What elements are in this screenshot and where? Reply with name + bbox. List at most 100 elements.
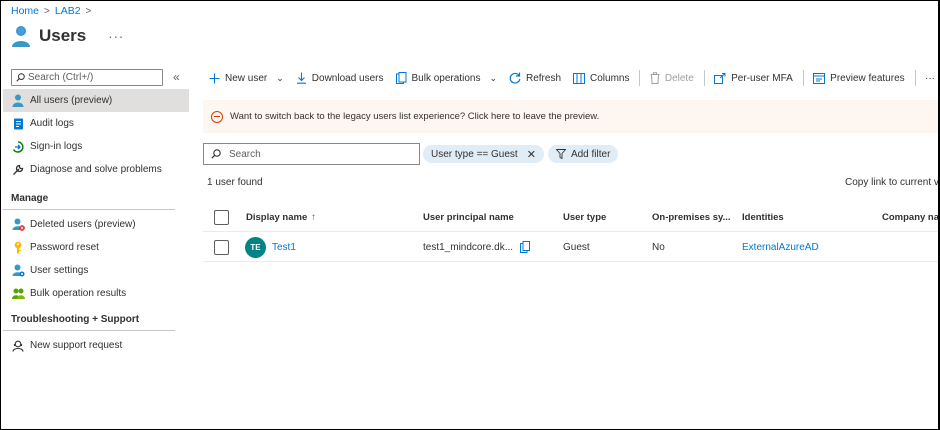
columns-button[interactable]: Columns <box>567 72 635 84</box>
support-icon <box>11 339 25 353</box>
copy-link-button[interactable]: Copy link to current vie <box>845 177 938 188</box>
upn-cell: test1_mindcore.dk... <box>423 232 531 262</box>
legacy-experience-banner[interactable]: Want to switch back to the legacy users … <box>203 100 938 133</box>
sidebar-item-user-settings[interactable]: User settings <box>3 259 189 282</box>
sidebar-item-label: All users (preview) <box>30 95 113 106</box>
filter-row: User type == Guest ✕ Add filter <box>203 143 619 165</box>
sidebar-item-audit-logs[interactable]: Audit logs <box>3 112 189 135</box>
column-header-label: Display name <box>246 211 308 223</box>
section-heading-support: Troubleshooting + Support <box>3 305 175 331</box>
sidebar-item-deleted-users[interactable]: Deleted users (preview) <box>3 213 189 236</box>
sidebar-item-label: New support request <box>30 340 123 351</box>
users-table: Display name ↑ User principal name User … <box>203 202 938 262</box>
trash-icon <box>650 72 660 84</box>
sidebar: « All users (preview) Audit logs Sign-in… <box>3 67 189 357</box>
sidebar-item-label: Audit logs <box>30 118 74 129</box>
filter-icon <box>555 149 566 159</box>
table-row[interactable]: TE Test1 test1_mindcore.dk... Guest No E… <box>203 232 938 262</box>
delete-button[interactable]: Delete <box>644 72 700 84</box>
chevron-right-icon: > <box>44 5 50 17</box>
sidebar-item-label: Bulk operation results <box>30 288 127 299</box>
breadcrumb-tenant[interactable]: LAB2 <box>55 5 81 17</box>
identities-link[interactable]: ExternalAzureAD <box>742 232 819 262</box>
user-search-input[interactable] <box>229 148 409 160</box>
sidebar-item-label: Sign-in logs <box>30 141 83 152</box>
plus-icon <box>209 73 220 83</box>
page-title: Users <box>39 26 87 45</box>
filter-pill-label: User type == Guest <box>431 148 518 160</box>
user-display-name-link[interactable]: Test1 <box>272 242 296 253</box>
more-options-icon[interactable]: ··· <box>108 29 124 44</box>
column-header-identities[interactable]: Identities <box>742 202 784 232</box>
download-users-button[interactable]: Download users <box>290 72 390 84</box>
sidebar-item-label: Deleted users (preview) <box>30 219 136 230</box>
columns-icon <box>573 72 586 84</box>
user-type-cell: Guest <box>563 241 590 253</box>
add-filter-label: Add filter <box>570 148 611 160</box>
sidebar-search-input[interactable] <box>28 72 156 83</box>
sidebar-search-row: « <box>11 67 189 89</box>
on-premises-cell: No <box>652 241 665 253</box>
breadcrumb: Home > LAB2 > <box>11 5 91 17</box>
sidebar-item-diagnose[interactable]: Diagnose and solve problems <box>3 158 189 181</box>
refresh-icon <box>509 72 521 84</box>
upn-value: test1_mindcore.dk... <box>423 241 514 253</box>
section-heading-manage: Manage <box>3 184 175 210</box>
select-all-checkbox[interactable] <box>214 209 229 225</box>
chevron-down-icon: ⌄ <box>276 72 284 83</box>
sign-in-icon <box>11 140 25 154</box>
collapse-sidebar-icon[interactable]: « <box>173 70 180 84</box>
main-content: New user ⌄ Download users Bulk operation… <box>203 67 938 262</box>
sidebar-item-password-reset[interactable]: Password reset <box>3 236 189 259</box>
column-header-on-premises[interactable]: On-premises sy... <box>652 202 731 232</box>
user-icon <box>11 94 25 108</box>
sidebar-item-all-users[interactable]: All users (preview) <box>3 89 189 112</box>
preview-features-button[interactable]: Preview features <box>807 72 910 84</box>
external-link-icon <box>714 72 726 84</box>
per-user-mfa-label: Per-user MFA <box>731 72 793 84</box>
bulk-operations-button[interactable]: Bulk operations ⌄ <box>390 72 503 84</box>
row-checkbox[interactable] <box>214 239 229 255</box>
sidebar-item-label: User settings <box>30 265 89 276</box>
sidebar-item-sign-in-logs[interactable]: Sign-in logs <box>3 135 189 158</box>
new-user-button[interactable]: New user ⌄ <box>203 73 290 84</box>
columns-label: Columns <box>590 72 630 84</box>
command-bar: New user ⌄ Download users Bulk operation… <box>203 67 938 89</box>
download-icon <box>296 72 306 84</box>
user-search-box[interactable] <box>203 143 420 165</box>
column-header-display-name[interactable]: Display name ↑ <box>246 202 316 232</box>
bulk-results-icon <box>11 287 25 301</box>
chevron-right-icon: > <box>85 5 92 17</box>
copy-icon[interactable] <box>520 241 531 253</box>
bulk-operations-label: Bulk operations <box>411 72 481 84</box>
per-user-mfa-button[interactable]: Per-user MFA <box>708 72 799 84</box>
new-user-label: New user <box>225 72 268 84</box>
page-header: Users ··· <box>11 24 124 48</box>
sidebar-search-box[interactable] <box>11 69 163 86</box>
column-header-upn[interactable]: User principal name <box>423 202 514 232</box>
row-checkbox-cell <box>214 232 229 262</box>
bulk-operations-icon <box>395 72 407 84</box>
sidebar-item-new-support-request[interactable]: New support request <box>3 334 189 357</box>
sidebar-item-label: Diagnose and solve problems <box>30 164 162 175</box>
users-blade: Home > LAB2 > Users ··· « All users (pre… <box>0 0 940 430</box>
sidebar-item-bulk-results[interactable]: Bulk operation results <box>3 282 189 305</box>
sort-ascending-icon: ↑ <box>311 211 316 223</box>
user-settings-icon <box>11 264 25 278</box>
search-icon <box>16 73 25 82</box>
more-commands-icon[interactable]: ··· <box>919 73 938 84</box>
avatar: TE <box>245 236 266 258</box>
wrench-icon <box>11 163 25 177</box>
refresh-label: Refresh <box>526 72 562 84</box>
key-icon <box>11 241 25 255</box>
add-filter-button[interactable]: Add filter <box>547 145 619 163</box>
refresh-button[interactable]: Refresh <box>503 72 567 84</box>
column-header-user-type[interactable]: User type <box>563 202 606 232</box>
breadcrumb-home[interactable]: Home <box>11 5 39 17</box>
preview-features-icon <box>813 72 826 84</box>
banner-text: Want to switch back to the legacy users … <box>230 111 600 122</box>
column-header-company[interactable]: Company nam <box>882 202 938 232</box>
filter-pill-user-type[interactable]: User type == Guest ✕ <box>423 145 544 163</box>
close-icon[interactable]: ✕ <box>527 148 536 161</box>
display-name-cell: TE Test1 <box>245 232 296 262</box>
